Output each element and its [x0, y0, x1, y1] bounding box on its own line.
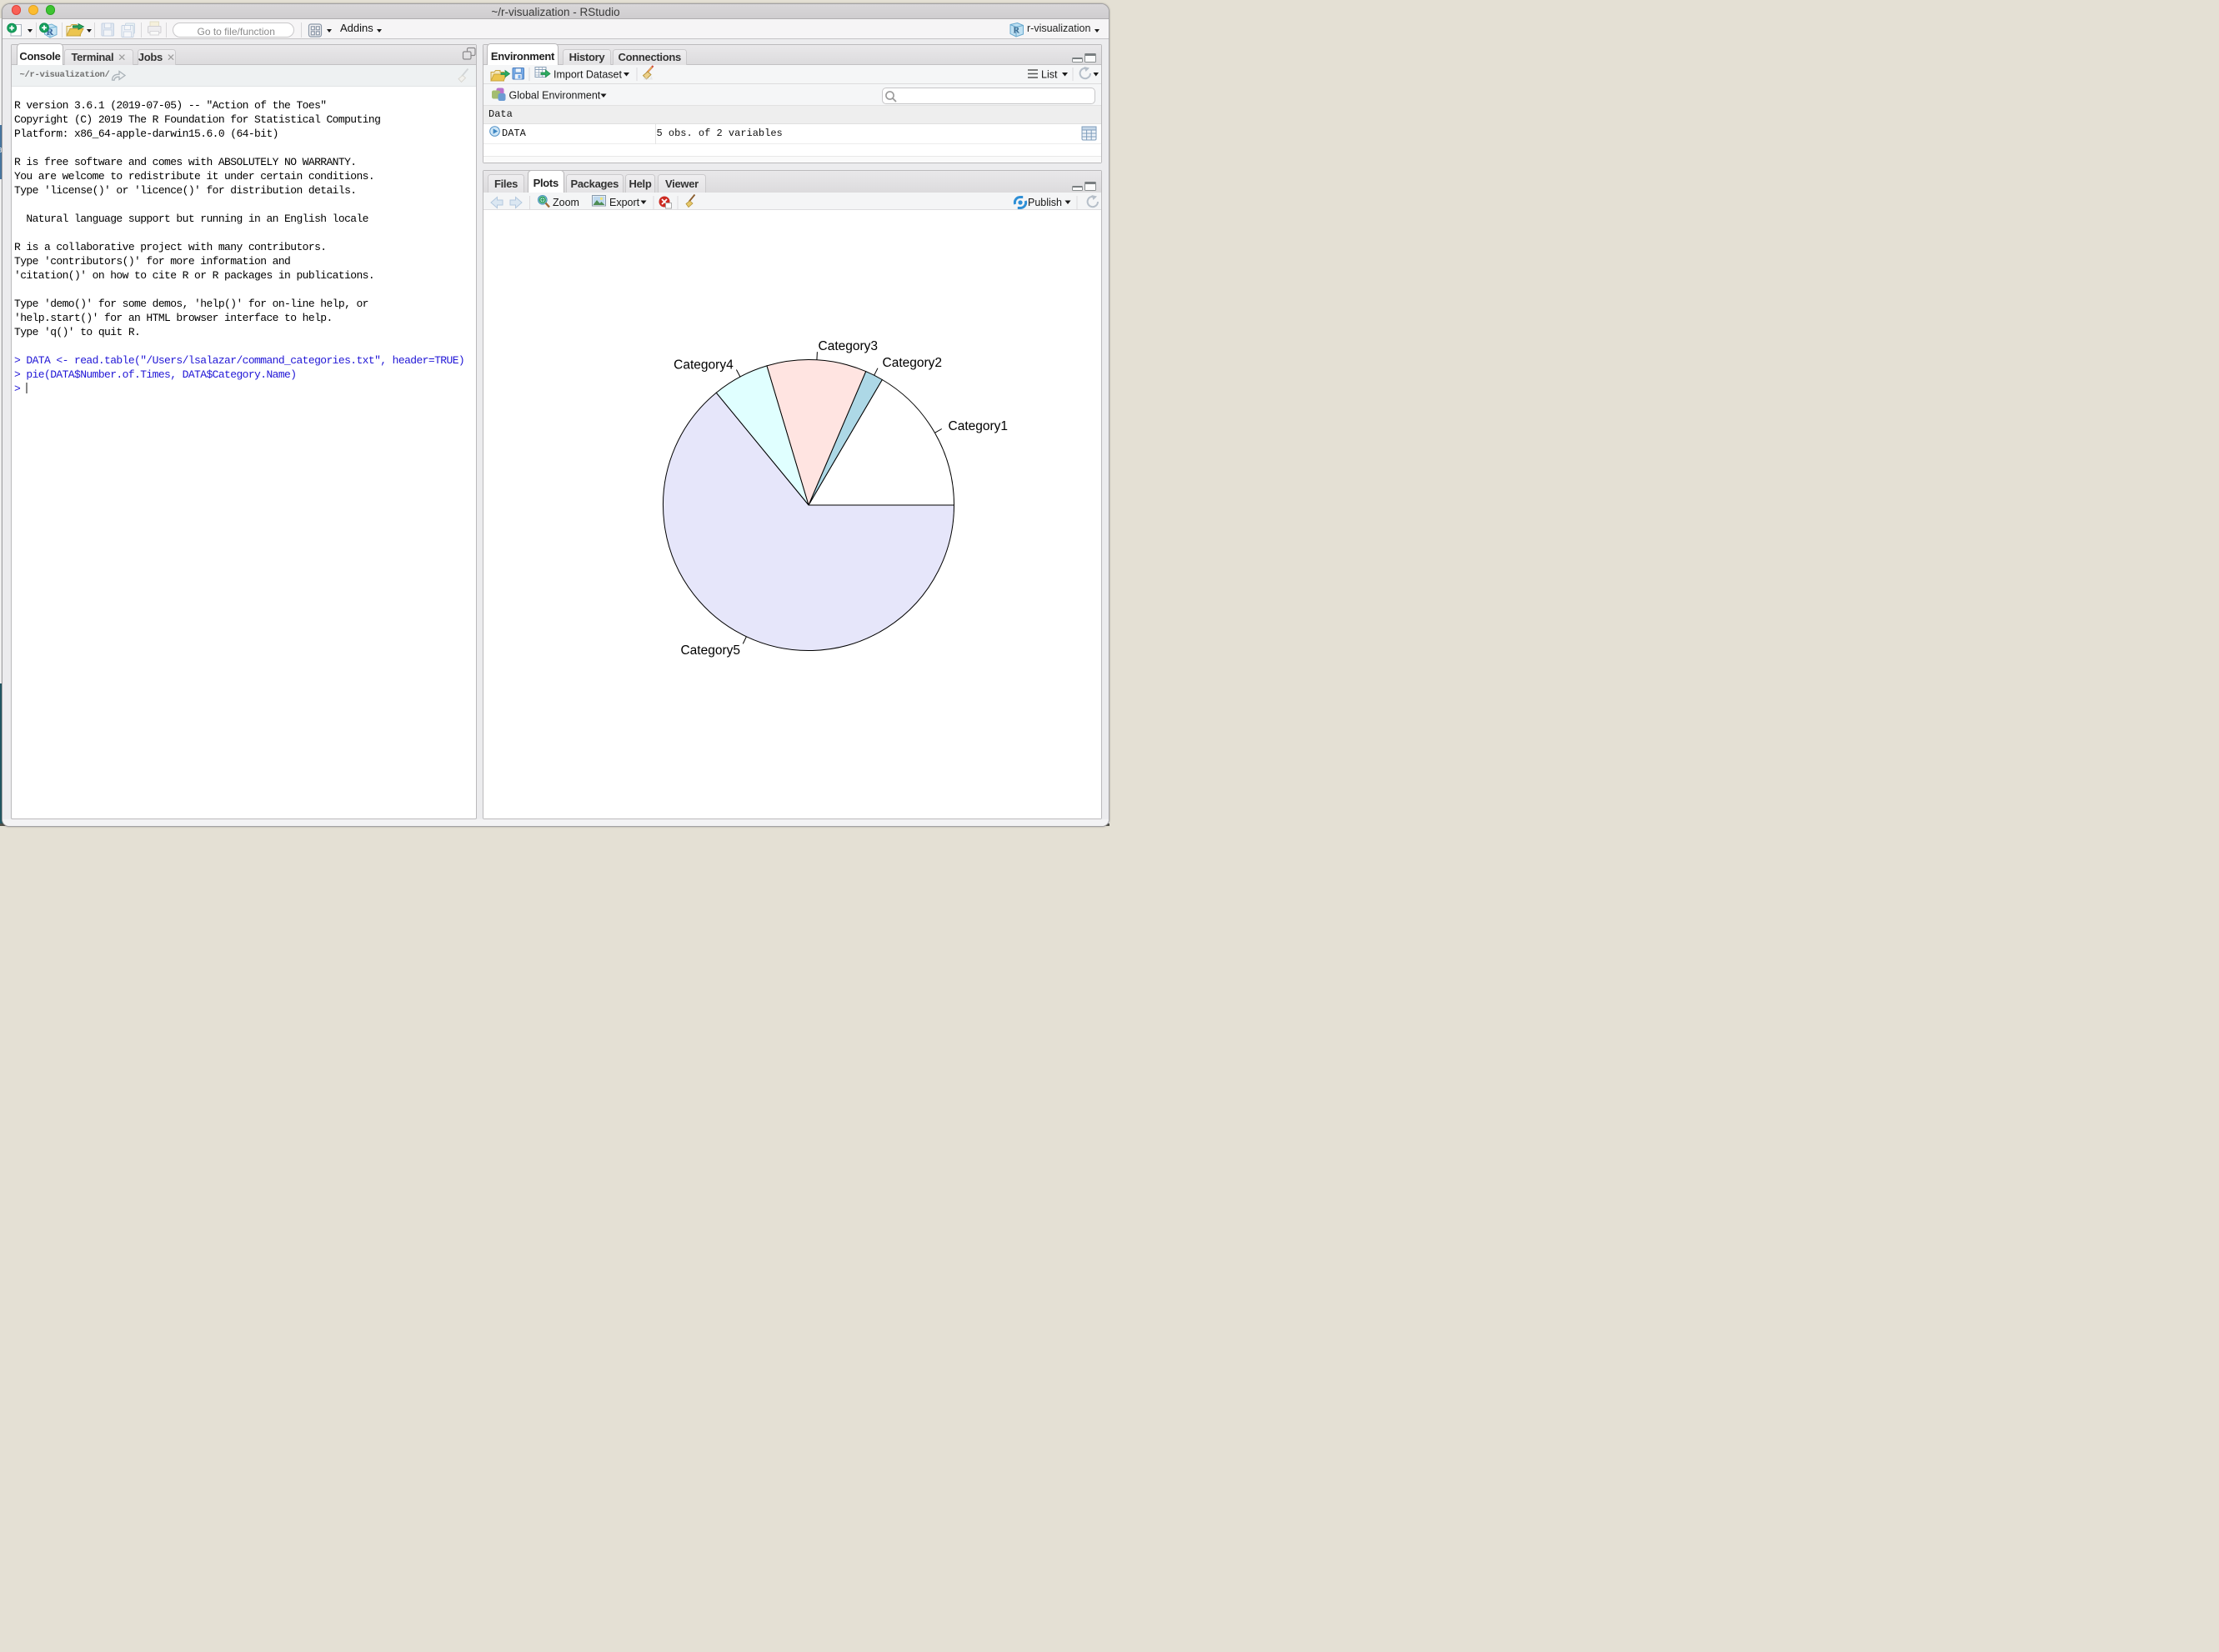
svg-text:Category1: Category1	[949, 419, 1009, 433]
svg-text:List: List	[1041, 69, 1058, 81]
svg-text:Category3: Category3	[819, 339, 879, 353]
svg-text:R: R	[1014, 27, 1020, 36]
svg-text:Category4: Category4	[674, 358, 734, 372]
svg-text:Global Environment: Global Environment	[509, 90, 601, 102]
svg-text:Import Dataset: Import Dataset	[553, 69, 623, 81]
svg-text:Category5: Category5	[680, 643, 740, 658]
svg-text:Category2: Category2	[883, 356, 943, 370]
